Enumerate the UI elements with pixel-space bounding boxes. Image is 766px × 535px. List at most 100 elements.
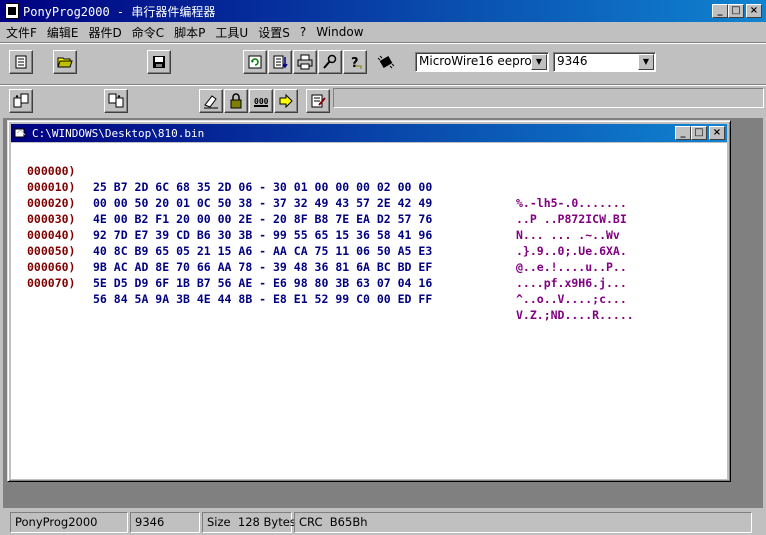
menu-file[interactable]: 文件F	[6, 24, 37, 41]
lock-icon	[230, 93, 242, 109]
mdi-area: C:\WINDOWS\Desktop\810.bin _ □ × 000000)…	[3, 118, 763, 508]
svg-text:000: 000	[254, 97, 269, 106]
reload-icon	[248, 55, 262, 69]
menu-script[interactable]: 脚本P	[174, 24, 205, 41]
program-icon	[279, 93, 293, 109]
document-icon[interactable]	[14, 127, 28, 139]
script-icon	[311, 94, 326, 108]
row-bytes[interactable]: 40 8C B9 65 05 21 15 A6 - AA CA 75 11 06…	[93, 243, 432, 259]
row-bytes[interactable]: 25 B7 2D 6C 68 35 2D 06 - 30 01 00 00 00…	[93, 179, 432, 195]
main-toolbar: ? MicroWire16 eeprom ▼ 9346 ▼	[0, 42, 766, 82]
svg-text:?: ?	[351, 56, 359, 70]
table-row: 000030) 92 7D E7 39 CD B6 30 3B - 99 55 …	[11, 195, 627, 258]
window-title: PonyProg2000 - 串行器件编程器	[23, 4, 216, 19]
row-ascii[interactable]: ..P ..P872ICW.BI	[516, 211, 627, 227]
write-device-button[interactable]	[104, 89, 128, 113]
open-folder-icon	[57, 57, 73, 68]
document-title: C:\WINDOWS\Desktop\810.bin	[32, 126, 205, 140]
row-ascii[interactable]: .}.9..0;.Ue.6XA.	[516, 243, 627, 259]
menu-settings[interactable]: 设置S	[258, 24, 290, 41]
table-row: 000050) 9B AC AD 8E 70 66 AA 78 - 39 48 …	[11, 227, 627, 290]
doc-close-button[interactable]: ×	[709, 126, 725, 140]
status-device: 9346	[130, 512, 200, 533]
menu-edit[interactable]: 编辑E	[47, 24, 79, 41]
menu-help[interactable]: ?	[300, 25, 306, 39]
document-window: C:\WINDOWS\Desktop\810.bin _ □ × 000000)…	[7, 120, 731, 482]
menu-command[interactable]: 命令C	[132, 24, 164, 41]
erase-button[interactable]	[199, 89, 223, 113]
hex-editor[interactable]: 000000) 25 B7 2D 6C 68 35 2D 06 - 30 01 …	[11, 143, 727, 479]
row-ascii[interactable]: %.-lh5-.0.......	[516, 195, 627, 211]
document-caption-buttons: _ □ ×	[675, 126, 725, 140]
print-button[interactable]	[293, 50, 317, 74]
edit-buffer-icon	[273, 55, 288, 69]
title-bar: PonyProg2000 - 串行器件编程器 _ □ ×	[0, 0, 766, 22]
setup-icon	[323, 54, 337, 69]
document-title-bar: C:\WINDOWS\Desktop\810.bin _ □ ×	[11, 124, 727, 142]
status-device-label: 9346	[135, 515, 165, 529]
status-size-value: 128 Bytes	[237, 515, 296, 529]
row-ascii[interactable]: ....pf.x9H6.j...	[516, 275, 627, 291]
help-button[interactable]: ?	[343, 50, 367, 74]
open-file-button[interactable]	[53, 50, 77, 74]
read-device-icon	[13, 93, 29, 108]
device-family-value: MicroWire16 eeprom	[419, 54, 544, 68]
verify-icon: 000	[254, 97, 269, 107]
row-ascii[interactable]: ^..o..V....;c...	[516, 291, 627, 307]
table-row: 000070) 56 84 5A 9A 3B 4E 44 8B - E8 E1 …	[11, 259, 634, 322]
table-row: 000000) 25 B7 2D 6C 68 35 2D 06 - 30 01 …	[11, 147, 627, 210]
table-row: 000060) 5E D5 D9 6F 1B B7 56 AE - E6 98 …	[11, 243, 627, 306]
row-bytes[interactable]: 9B AC AD 8E 70 66 AA 78 - 39 48 36 81 6A…	[93, 259, 432, 275]
edit-buffer-button[interactable]	[268, 50, 292, 74]
minimize-button[interactable]: _	[712, 4, 728, 18]
row-ascii[interactable]: V.Z.;ND....R.....	[516, 307, 634, 323]
reload-button[interactable]	[243, 50, 267, 74]
row-bytes[interactable]: 56 84 5A 9A 3B 4E 44 8B - E8 E1 52 99 C0…	[93, 291, 432, 307]
menu-bar: 文件F 编辑E 器件D 命令C 脚本P 工具U 设置S ? Window	[0, 22, 766, 42]
table-row: 000040) 40 8C B9 65 05 21 15 A6 - AA CA …	[11, 211, 627, 274]
status-size: Size 128 Bytes	[202, 512, 296, 533]
open-device-button[interactable]	[9, 50, 33, 74]
doc-maximize-button[interactable]: □	[691, 126, 707, 140]
chevron-down-icon[interactable]: ▼	[531, 54, 547, 70]
chip-icon	[377, 55, 395, 69]
doc-minimize-button[interactable]: _	[675, 126, 691, 140]
chip-button[interactable]	[377, 54, 395, 70]
save-icon	[153, 56, 165, 68]
maximize-button[interactable]: □	[728, 4, 744, 18]
row-bytes[interactable]: 92 7D E7 39 CD B6 30 3B - 99 55 65 15 36…	[93, 227, 432, 243]
table-row: 000020) 4E 00 B2 F1 20 00 00 2E - 20 8F …	[11, 179, 620, 242]
verify-button[interactable]: 000	[249, 89, 273, 113]
script-button[interactable]	[306, 89, 330, 113]
status-bar: PonyProg2000 9346 Size 128 Bytes CRC B65…	[0, 510, 766, 535]
row-address: 000070)	[27, 276, 76, 290]
progress-bar	[333, 88, 764, 108]
close-button[interactable]: ×	[746, 4, 762, 18]
status-app-name: PonyProg2000	[10, 512, 128, 533]
menu-tools[interactable]: 工具U	[215, 24, 248, 41]
menu-window[interactable]: Window	[316, 25, 363, 39]
row-bytes[interactable]: 4E 00 B2 F1 20 00 00 2E - 20 8F B8 7E EA…	[93, 211, 432, 227]
write-device-icon	[108, 93, 124, 108]
row-bytes[interactable]: 00 00 50 20 01 0C 50 38 - 37 32 49 43 57…	[93, 195, 432, 211]
row-bytes[interactable]: 5E D5 D9 6F 1B B7 56 AE - E6 98 80 3B 63…	[93, 275, 432, 291]
program-button[interactable]	[274, 89, 298, 113]
status-crc: CRC B65Bh	[294, 512, 752, 533]
device-family-select[interactable]: MicroWire16 eeprom ▼	[415, 52, 549, 72]
menu-device[interactable]: 器件D	[89, 24, 122, 41]
erase-icon	[204, 95, 218, 109]
row-ascii[interactable]: @..e.!....u..P..	[516, 259, 627, 275]
setup-button[interactable]	[318, 50, 342, 74]
save-button[interactable]	[147, 50, 171, 74]
table-row: 000010) 00 00 50 20 01 0C 50 38 - 37 32 …	[11, 163, 627, 226]
status-crc-label: CRC	[299, 515, 323, 529]
status-size-label: Size	[207, 515, 231, 529]
read-device-button[interactable]	[9, 89, 33, 113]
app-icon[interactable]	[5, 3, 19, 19]
caption-buttons: _ □ ×	[712, 4, 762, 18]
lock-button[interactable]	[224, 89, 248, 113]
help-icon: ?	[351, 56, 362, 70]
chevron-down-icon[interactable]: ▼	[638, 54, 654, 70]
row-ascii[interactable]: N... ... .~..Wv	[516, 227, 620, 243]
device-type-select[interactable]: 9346 ▼	[553, 52, 656, 72]
